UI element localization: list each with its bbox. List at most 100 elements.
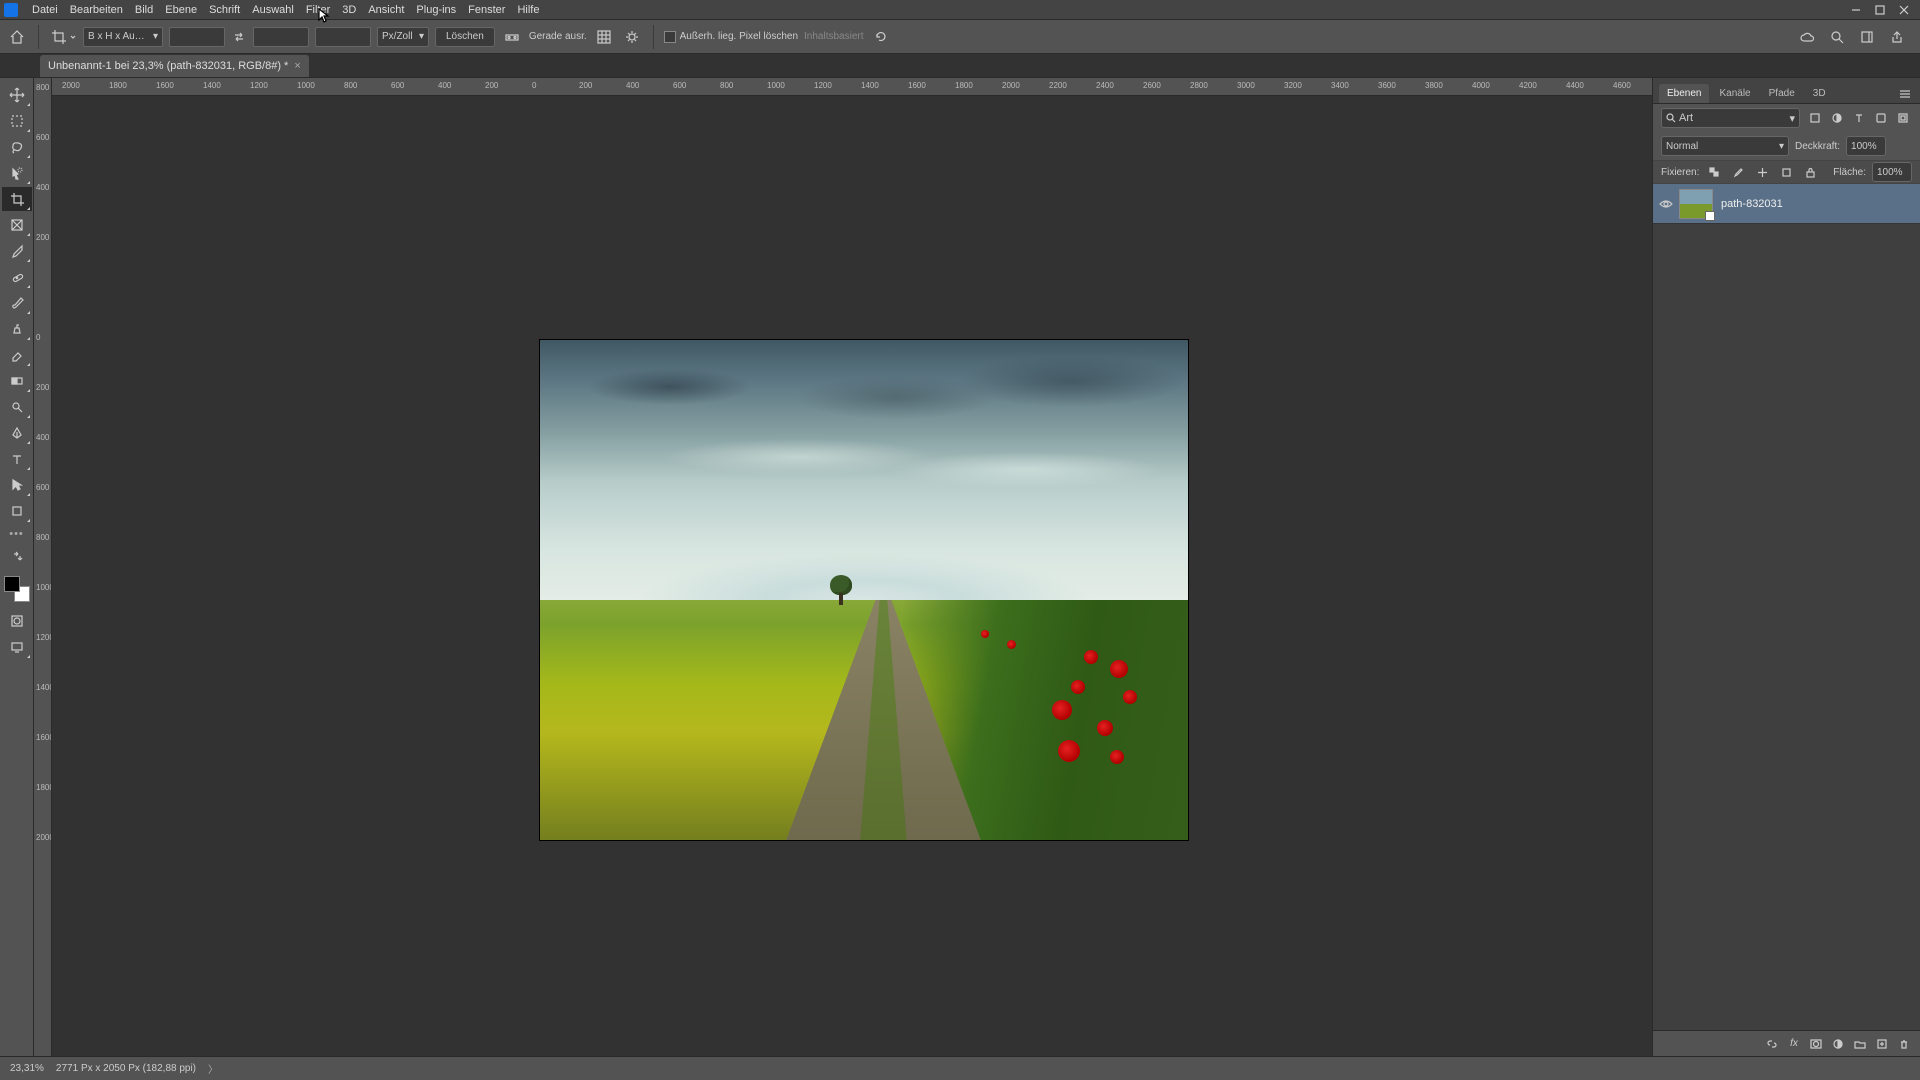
- pen-tool[interactable]: [2, 421, 32, 445]
- hruler-tick: 600: [391, 81, 404, 90]
- viewport[interactable]: [52, 96, 1652, 1056]
- window-minimize-button[interactable]: [1844, 0, 1868, 20]
- swap-fgbg-icon[interactable]: [2, 545, 32, 569]
- filter-shape-icon[interactable]: [1872, 109, 1890, 127]
- layer-item[interactable]: path-832031: [1653, 184, 1920, 224]
- menu-fenster[interactable]: Fenster: [462, 0, 511, 19]
- lasso-tool[interactable]: [2, 135, 32, 159]
- document-tab[interactable]: Unbenannt-1 bei 23,3% (path-832031, RGB/…: [40, 55, 309, 77]
- menu-3d[interactable]: 3D: [336, 0, 362, 19]
- window-close-button[interactable]: [1892, 0, 1916, 20]
- reset-crop-icon[interactable]: [870, 26, 892, 48]
- status-zoom[interactable]: 23,31%: [10, 1063, 44, 1074]
- crop-height-field[interactable]: [253, 27, 309, 47]
- type-tool[interactable]: [2, 447, 32, 471]
- tab-pfade[interactable]: Pfade: [1761, 84, 1803, 103]
- menu-bearbeiten[interactable]: Bearbeiten: [64, 0, 129, 19]
- share-icon[interactable]: [1886, 26, 1908, 48]
- hruler-tick: 400: [626, 81, 639, 90]
- hruler-tick: 2000: [1002, 81, 1020, 90]
- gradient-tool[interactable]: [2, 369, 32, 393]
- menu-ansicht[interactable]: Ansicht: [362, 0, 410, 19]
- fill-field[interactable]: 100%: [1872, 162, 1912, 182]
- menu-datei[interactable]: Datei: [26, 0, 64, 19]
- crop-resolution-field[interactable]: [315, 27, 371, 47]
- crop-width-field[interactable]: [169, 27, 225, 47]
- move-tool[interactable]: [2, 83, 32, 107]
- lock-position-icon[interactable]: [1753, 163, 1771, 181]
- layer-mask-icon[interactable]: [1808, 1036, 1824, 1052]
- lock-artboard-icon[interactable]: [1777, 163, 1795, 181]
- adjustment-layer-icon[interactable]: [1830, 1036, 1846, 1052]
- straighten-icon[interactable]: [501, 26, 523, 48]
- window-maximize-button[interactable]: [1868, 0, 1892, 20]
- crop-clear-button[interactable]: Löschen: [435, 27, 495, 47]
- delete-layer-icon[interactable]: [1896, 1036, 1912, 1052]
- crop-settings-icon[interactable]: [621, 26, 643, 48]
- filter-adjust-icon[interactable]: [1828, 109, 1846, 127]
- crop-tool[interactable]: [2, 187, 32, 211]
- crop-overlay-icon[interactable]: [593, 26, 615, 48]
- menu-plugins[interactable]: Plug-ins: [410, 0, 462, 19]
- layer-name[interactable]: path-832031: [1721, 198, 1783, 210]
- horizontal-ruler[interactable]: 2000180016001400120010008006004002000200…: [52, 78, 1652, 96]
- layer-thumbnail[interactable]: [1679, 189, 1713, 219]
- tab-3d[interactable]: 3D: [1805, 84, 1834, 103]
- foreground-color-swatch[interactable]: [4, 576, 20, 592]
- canvas-image[interactable]: [540, 340, 1188, 840]
- new-layer-icon[interactable]: [1874, 1036, 1890, 1052]
- layer-group-icon[interactable]: [1852, 1036, 1868, 1052]
- menu-ebene[interactable]: Ebene: [159, 0, 203, 19]
- status-dimensions[interactable]: 2771 Px x 2050 Px (182,88 ppi): [56, 1063, 196, 1074]
- layer-fx-icon[interactable]: fx: [1786, 1036, 1802, 1052]
- marquee-tool[interactable]: [2, 109, 32, 133]
- path-select-tool[interactable]: [2, 473, 32, 497]
- layer-visibility-icon[interactable]: [1653, 199, 1679, 209]
- color-swatches[interactable]: [4, 576, 30, 602]
- brush-tool[interactable]: [2, 291, 32, 315]
- hruler-tick: 2600: [1143, 81, 1161, 90]
- lock-all-icon[interactable]: [1801, 163, 1819, 181]
- cloud-docs-icon[interactable]: [1796, 26, 1818, 48]
- shape-tool[interactable]: [2, 499, 32, 523]
- panel-menu-icon[interactable]: [1896, 85, 1914, 103]
- screenmode-tool[interactable]: [2, 635, 32, 659]
- crop-unit-dropdown[interactable]: Px/Zoll▾: [377, 27, 429, 47]
- clone-stamp-tool[interactable]: [2, 317, 32, 341]
- blend-mode-dropdown[interactable]: Normal▾: [1661, 136, 1789, 156]
- menu-auswahl[interactable]: Auswahl: [246, 0, 300, 19]
- filter-type-icon[interactable]: [1850, 109, 1868, 127]
- lock-transparency-icon[interactable]: [1705, 163, 1723, 181]
- eraser-tool[interactable]: [2, 343, 32, 367]
- vertical-ruler[interactable]: 800 600 400 200 0 200 400 600 800 1000 1…: [34, 78, 52, 1056]
- tab-kanaele[interactable]: Kanäle: [1711, 84, 1758, 103]
- document-tab-close-icon[interactable]: ×: [294, 60, 300, 72]
- lock-pixels-icon[interactable]: [1729, 163, 1747, 181]
- home-button[interactable]: [6, 26, 28, 48]
- status-arrow-icon[interactable]: 〉: [208, 1061, 218, 1076]
- menu-bild[interactable]: Bild: [129, 0, 159, 19]
- tab-ebenen[interactable]: Ebenen: [1659, 84, 1709, 103]
- menu-schrift[interactable]: Schrift: [203, 0, 246, 19]
- eyedropper-tool[interactable]: [2, 239, 32, 263]
- layer-filter-dropdown[interactable]: Art ▾: [1661, 108, 1800, 128]
- frame-tool[interactable]: [2, 213, 32, 237]
- dodge-tool[interactable]: [2, 395, 32, 419]
- swap-dimensions-button[interactable]: [231, 29, 247, 45]
- link-layers-icon[interactable]: [1764, 1036, 1780, 1052]
- hruler-tick: 200: [579, 81, 592, 90]
- quickmask-tool[interactable]: [2, 609, 32, 633]
- opacity-field[interactable]: 100%: [1846, 136, 1886, 156]
- delete-cropped-checkbox[interactable]: Außerh. lieg. Pixel löschen: [664, 26, 798, 48]
- filter-smart-icon[interactable]: [1894, 109, 1912, 127]
- quick-select-tool[interactable]: [2, 161, 32, 185]
- menu-hilfe[interactable]: Hilfe: [511, 0, 545, 19]
- filter-pixel-icon[interactable]: [1806, 109, 1824, 127]
- crop-preset-dropdown[interactable]: B x H x Au… ▾: [83, 27, 163, 47]
- hruler-tick: 2800: [1190, 81, 1208, 90]
- workspace-icon[interactable]: [1856, 26, 1878, 48]
- crop-tool-icon[interactable]: [49, 26, 77, 48]
- healing-brush-tool[interactable]: [2, 265, 32, 289]
- more-tools-icon[interactable]: •••: [0, 528, 33, 540]
- search-icon[interactable]: [1826, 26, 1848, 48]
